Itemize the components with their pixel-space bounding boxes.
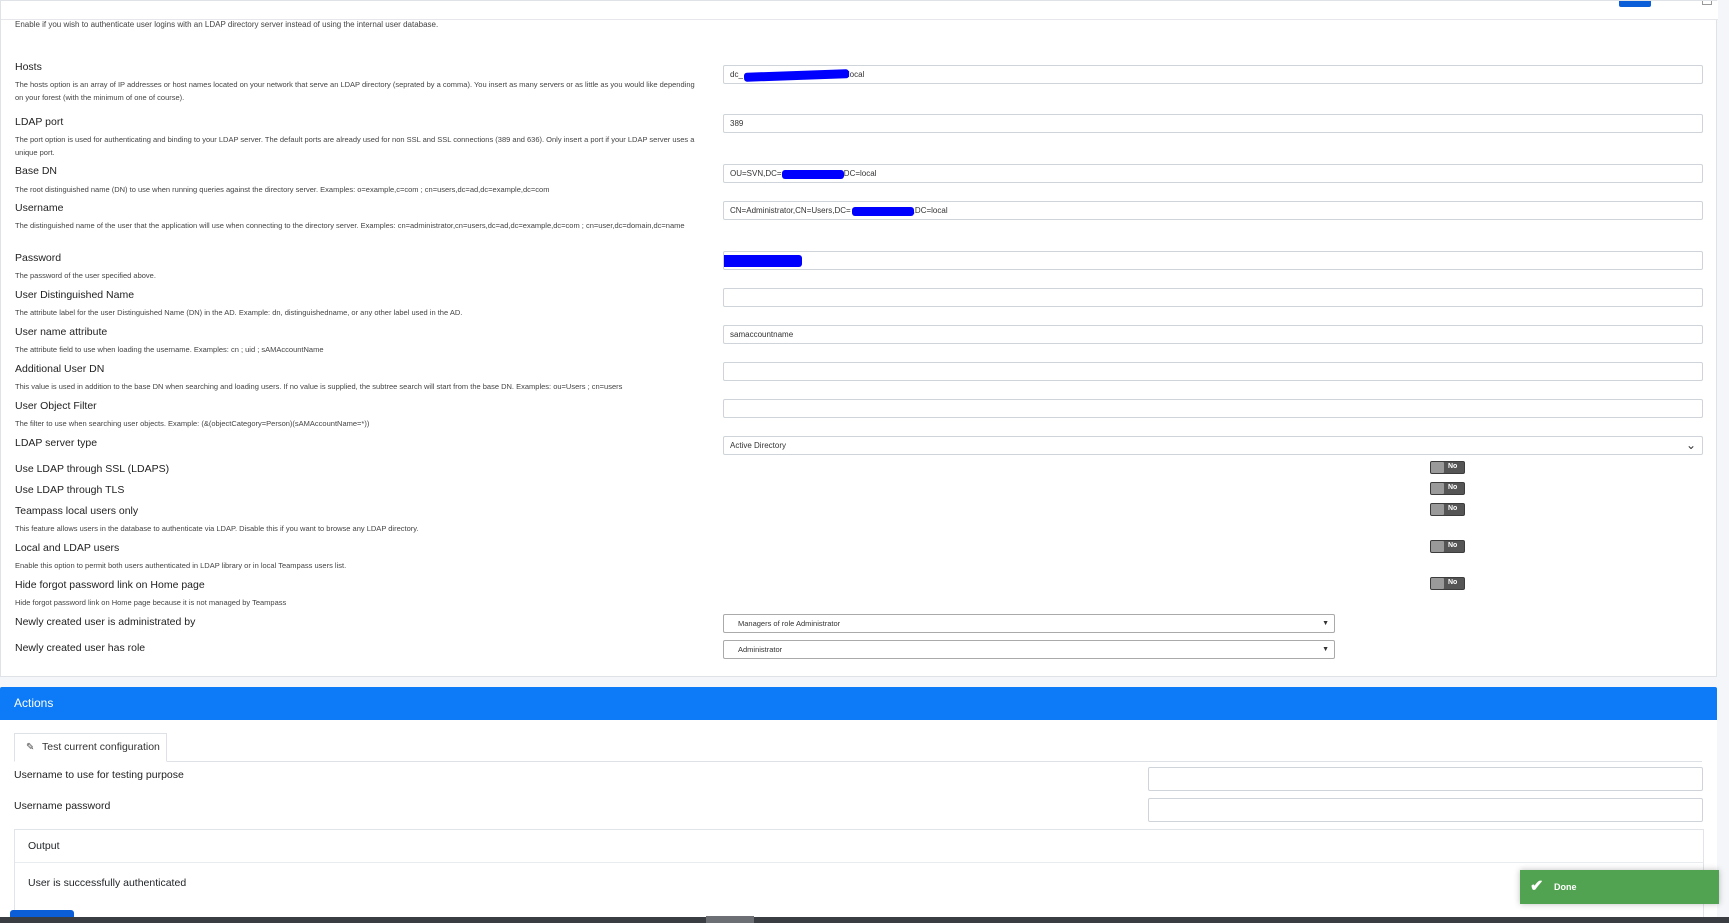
additional-dn-input[interactable] [723, 362, 1703, 381]
local-only-toggle-state: No [1448, 505, 1458, 512]
base-dn-label: Base DN [15, 165, 58, 177]
top-corner-icon[interactable] [1702, 1, 1712, 5]
redaction-mark [782, 170, 844, 179]
base-dn-desc: The root distinguished name (DN) to use … [15, 185, 550, 194]
top-strip [1, 1, 1718, 20]
user-name-attr-desc: The attribute field to use when loading … [15, 345, 324, 354]
additional-dn-label: Additional User DN [15, 363, 105, 375]
administered-by-label: Newly created user is administrated by [15, 616, 196, 628]
port-input[interactable]: 389 [723, 114, 1703, 133]
password-label: Password [15, 252, 62, 264]
scroll-handle[interactable] [706, 916, 754, 923]
user-role-value: Administrator [738, 645, 783, 654]
local-ldap-toggle[interactable]: No [1430, 540, 1465, 553]
test-username-input[interactable] [1148, 767, 1703, 791]
hosts-desc: The hosts option is an array of IP addre… [15, 80, 695, 102]
ssl-label: Use LDAP through SSL (LDAPS) [15, 463, 170, 475]
hosts-input[interactable]: dc_ local [723, 65, 1703, 84]
username-value-suffix: ,DC=local [912, 206, 948, 215]
tls-toggle-state: No [1448, 484, 1458, 491]
check-icon: ✔ [1530, 878, 1544, 895]
ldap-settings-card: Enable if you wish to authenticate user … [0, 0, 1718, 677]
toggle-knob [1431, 462, 1444, 473]
redaction-mark [852, 207, 914, 216]
hosts-value-suffix: local [847, 70, 865, 79]
redaction-mark [743, 69, 850, 82]
caret-down-icon: ▼ [1322, 620, 1329, 627]
pencil-icon: ✎ [26, 742, 35, 753]
username-desc: The distinguished name of the user that … [15, 221, 685, 230]
hosts-label: Hosts [15, 61, 42, 73]
user-filter-input[interactable] [723, 399, 1703, 418]
user-dn-input[interactable] [723, 288, 1703, 307]
username-label: Username [15, 202, 64, 214]
user-role-label: Newly created user has role [15, 642, 146, 654]
chevron-down-icon: ⌄ [1685, 438, 1696, 452]
user-name-attr-label: User name attribute [15, 326, 108, 338]
toggle-knob [1431, 541, 1444, 552]
additional-dn-desc: This value is used in addition to the ba… [15, 382, 623, 391]
success-toast[interactable]: ✔ Done [1520, 870, 1719, 904]
hide-forgot-label: Hide forgot password link on Home page [15, 579, 205, 591]
server-type-label: LDAP server type [15, 437, 98, 449]
user-name-attr-input[interactable]: samaccountname [723, 325, 1703, 344]
test-password-input[interactable] [1148, 798, 1703, 822]
top-save-button[interactable] [1619, 1, 1651, 7]
hide-forgot-toggle[interactable]: No [1430, 577, 1465, 590]
hide-forgot-desc: Hide forgot password link on Home page b… [15, 598, 287, 607]
user-filter-desc: The filter to use when searching user ob… [15, 419, 370, 428]
server-type-select[interactable]: Active Directory ⌄ [723, 436, 1703, 455]
password-input[interactable] [723, 251, 1703, 270]
user-dn-desc: The attribute label for the user Disting… [15, 308, 463, 317]
local-ldap-label: Local and LDAP users [15, 542, 120, 554]
server-type-value: Active Directory [730, 441, 787, 450]
local-only-toggle[interactable]: No [1430, 503, 1465, 516]
tab-test-configuration[interactable]: ✎ Test current configuration [14, 733, 167, 762]
base-dn-value-prefix: OU=SVN,DC= [730, 169, 782, 178]
toggle-knob [1431, 483, 1444, 494]
tab-divider [14, 761, 1702, 762]
local-ldap-desc: Enable this option to permit both users … [15, 561, 347, 570]
toast-text: Done [1554, 882, 1577, 892]
administered-by-value: Managers of role Administrator [738, 619, 841, 628]
ssl-toggle-state: No [1448, 463, 1458, 470]
local-only-desc: This feature allows users in the databas… [15, 524, 419, 533]
local-ldap-toggle-state: No [1448, 542, 1458, 549]
test-password-label: Username password [14, 800, 111, 812]
username-value-prefix: CN=Administrator,CN=Users,DC= [730, 206, 851, 215]
hide-forgot-toggle-state: No [1448, 579, 1458, 586]
base-dn-input[interactable]: OU=SVN,DC= ,DC=local [723, 164, 1703, 183]
port-label: LDAP port [15, 116, 64, 128]
port-desc: The port option is used for authenticati… [15, 135, 695, 157]
password-desc: The password of the user specified above… [15, 271, 156, 280]
ssl-toggle[interactable]: No [1430, 461, 1465, 474]
user-role-select[interactable]: Administrator ▼ [723, 640, 1335, 659]
caret-down-icon: ▼ [1322, 646, 1329, 653]
username-input[interactable]: CN=Administrator,CN=Users,DC= ,DC=local [723, 201, 1703, 220]
output-message: User is successfully authenticated [28, 877, 187, 889]
local-only-label: Teampass local users only [15, 505, 139, 517]
tab-test-configuration-label: Test current configuration [42, 741, 160, 753]
test-username-label: Username to use for testing purpose [14, 769, 184, 781]
output-panel: Output User is successfully authenticate… [14, 829, 1704, 923]
base-dn-value-suffix: ,DC=local [841, 169, 877, 178]
intro-text: Enable if you wish to authenticate user … [15, 20, 439, 29]
user-filter-label: User Object Filter [15, 400, 97, 412]
hosts-value-prefix: dc_ [730, 70, 743, 79]
toggle-knob [1431, 504, 1444, 515]
tls-toggle[interactable]: No [1430, 482, 1465, 495]
toggle-knob [1431, 578, 1444, 589]
user-dn-label: User Distinguished Name [15, 289, 135, 301]
bottom-bar [0, 917, 1729, 923]
actions-header: Actions [0, 687, 1717, 720]
redaction-mark [724, 255, 802, 267]
output-title: Output [15, 830, 1703, 863]
administered-by-select[interactable]: Managers of role Administrator ▼ [723, 614, 1335, 633]
tls-label: Use LDAP through TLS [15, 484, 125, 496]
